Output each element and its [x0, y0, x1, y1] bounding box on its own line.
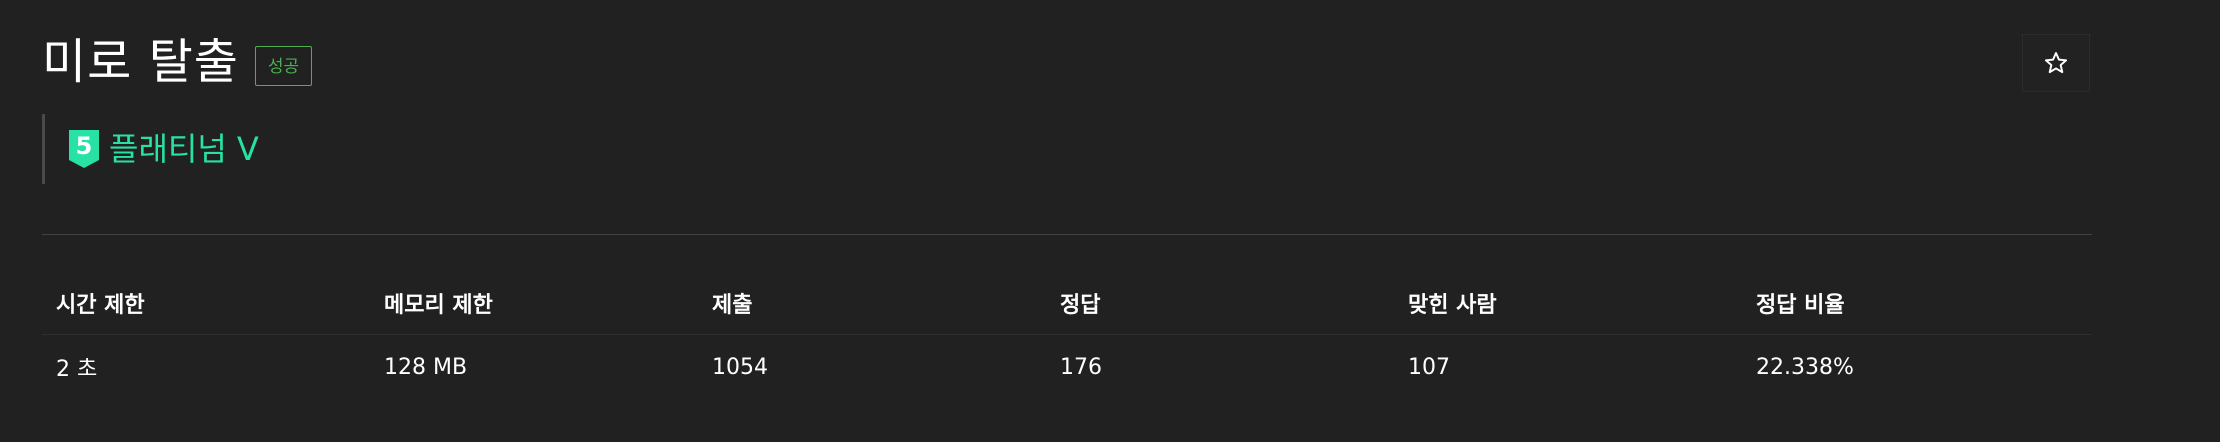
header-submissions: 제출 [698, 272, 1046, 335]
tier-label[interactable]: 플래티넘 V [109, 129, 259, 169]
problem-header: 미로 탈출 성공 [42, 30, 313, 94]
value-accept-rate: 22.338% [1756, 354, 1854, 380]
star-icon [2044, 52, 2068, 74]
value-time-limit: 2 초 [56, 357, 98, 382]
value-submissions: 1054 [712, 354, 768, 380]
tier-badge-icon: 5 [69, 130, 99, 168]
header-solvers: 맞힌 사람 [1394, 272, 1742, 335]
tier-number: 5 [75, 132, 93, 160]
favorite-button[interactable] [2022, 34, 2090, 92]
header-accept-rate: 정답 비율 [1742, 272, 2092, 335]
table-header-row: 시간 제한 메모리 제한 제출 정답 맞힌 사람 정답 비율 [42, 272, 2092, 335]
header-accepted: 정답 [1046, 272, 1394, 335]
header-time-limit: 시간 제한 [42, 272, 370, 335]
problem-stats-table: 시간 제한 메모리 제한 제출 정답 맞힌 사람 정답 비율 2 초 128 M… [42, 272, 2092, 399]
divider [42, 234, 2092, 235]
header-memory-limit: 메모리 제한 [370, 272, 698, 335]
status-badge: 성공 [254, 46, 313, 86]
value-accepted: 176 [1060, 354, 1102, 380]
tier-info: 5 플래티넘 V [42, 114, 259, 184]
value-memory-limit: 128 MB [384, 354, 468, 380]
value-solvers: 107 [1408, 354, 1450, 380]
table-row: 2 초 128 MB 1054 176 107 22.338% [42, 335, 2092, 400]
problem-title: 미로 탈출 [42, 34, 239, 90]
